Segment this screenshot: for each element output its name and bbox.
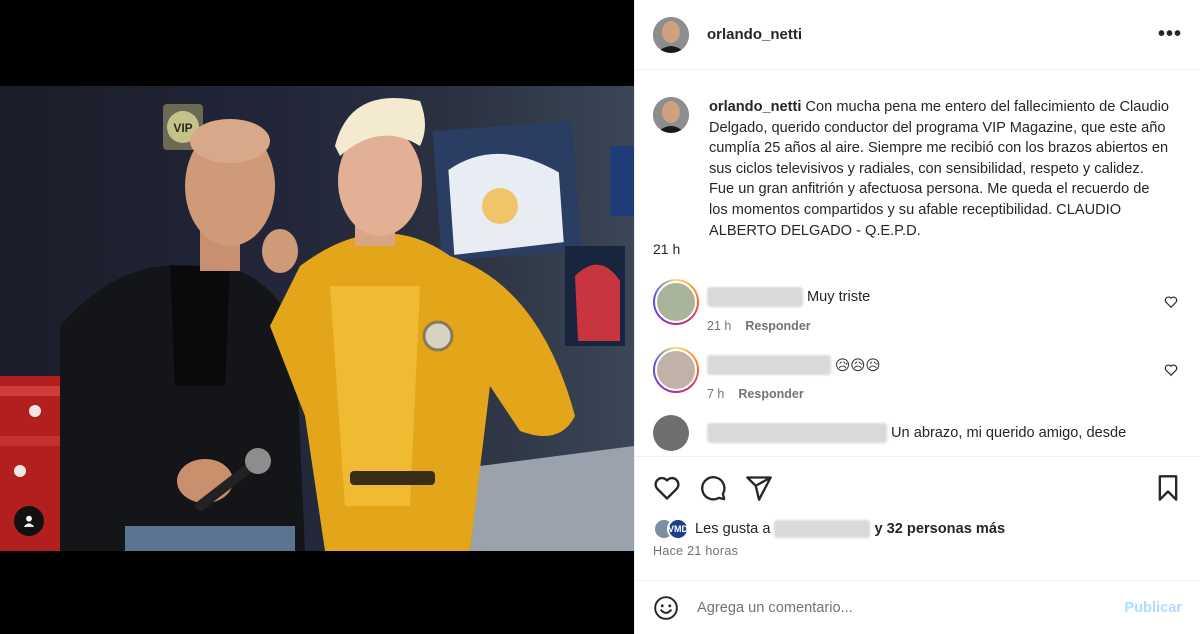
likes-prefix: Les gusta a (695, 521, 771, 537)
heart-icon[interactable] (653, 474, 681, 502)
more-options-icon[interactable]: ••• (1158, 23, 1182, 46)
comment-icon[interactable] (699, 474, 727, 502)
add-comment-bar: Publicar (635, 580, 1200, 634)
vip-sign-text: VIP (173, 121, 192, 135)
commenter-username-redacted[interactable] (707, 423, 887, 444)
commenter-avatar[interactable] (653, 415, 689, 452)
commenter-username-redacted[interactable] (707, 287, 803, 308)
comment-text: Un abrazo, mi querido amigo, desde (891, 425, 1127, 442)
post-panel: orlando_netti ••• orlando_netti Con much… (634, 0, 1200, 634)
caption-text: orlando_netti Con mucha pena me entero d… (709, 97, 1171, 241)
comment-item: Muy triste 21 h Responder (653, 279, 1182, 333)
likes-summary: VMD Les gusta a y 32 personas más (653, 518, 1182, 540)
comment-heart-icon[interactable] (1164, 295, 1178, 309)
comments-list[interactable]: orlando_netti Con mucha pena me entero d… (635, 71, 1200, 456)
caption-time[interactable]: 21 h (653, 241, 1182, 257)
post-header: orlando_netti ••• (635, 0, 1200, 70)
commenter-avatar[interactable] (653, 347, 699, 394)
commenter-username-redacted[interactable] (707, 355, 831, 376)
avatar[interactable] (653, 97, 689, 133)
comment-text: Muy triste (807, 289, 871, 306)
emoji-icon[interactable] (653, 595, 679, 621)
comment-item: Un abrazo, mi querido amigo, desde (653, 415, 1182, 452)
share-icon[interactable] (745, 474, 773, 502)
user-tag-icon[interactable] (14, 506, 44, 536)
comment-item: 😥😥😥 7 h Responder (653, 347, 1182, 401)
post-photo[interactable]: VIP (0, 86, 634, 551)
liker-avatar[interactable]: VMD (667, 518, 689, 540)
comment-time[interactable]: 7 h (707, 387, 724, 401)
caption-body: Con mucha pena me entero del fallecimien… (709, 99, 1169, 239)
post-media: VIP (0, 0, 634, 634)
post-time-ago[interactable]: Hace 21 horas (653, 544, 738, 558)
comment-text: 😥😥😥 (835, 357, 881, 374)
bookmark-icon[interactable] (1154, 474, 1182, 502)
caption-username[interactable]: orlando_netti (709, 99, 801, 115)
comment-input[interactable] (697, 599, 1125, 616)
reply-button[interactable]: Responder (745, 319, 810, 333)
post-actions (635, 456, 1200, 518)
commenter-avatar[interactable] (653, 279, 699, 326)
comment-time[interactable]: 21 h (707, 319, 731, 333)
comment-heart-icon[interactable] (1164, 363, 1178, 377)
post-caption: orlando_netti Con mucha pena me entero d… (653, 97, 1182, 241)
likes-count[interactable]: y 32 personas más (874, 521, 1005, 537)
liker-username-redacted[interactable] (774, 520, 871, 538)
header-username[interactable]: orlando_netti (707, 26, 802, 43)
post-comment-button[interactable]: Publicar (1124, 600, 1182, 616)
photo-illustration: VIP (0, 98, 634, 551)
avatar[interactable] (653, 16, 689, 53)
reply-button[interactable]: Responder (738, 387, 803, 401)
